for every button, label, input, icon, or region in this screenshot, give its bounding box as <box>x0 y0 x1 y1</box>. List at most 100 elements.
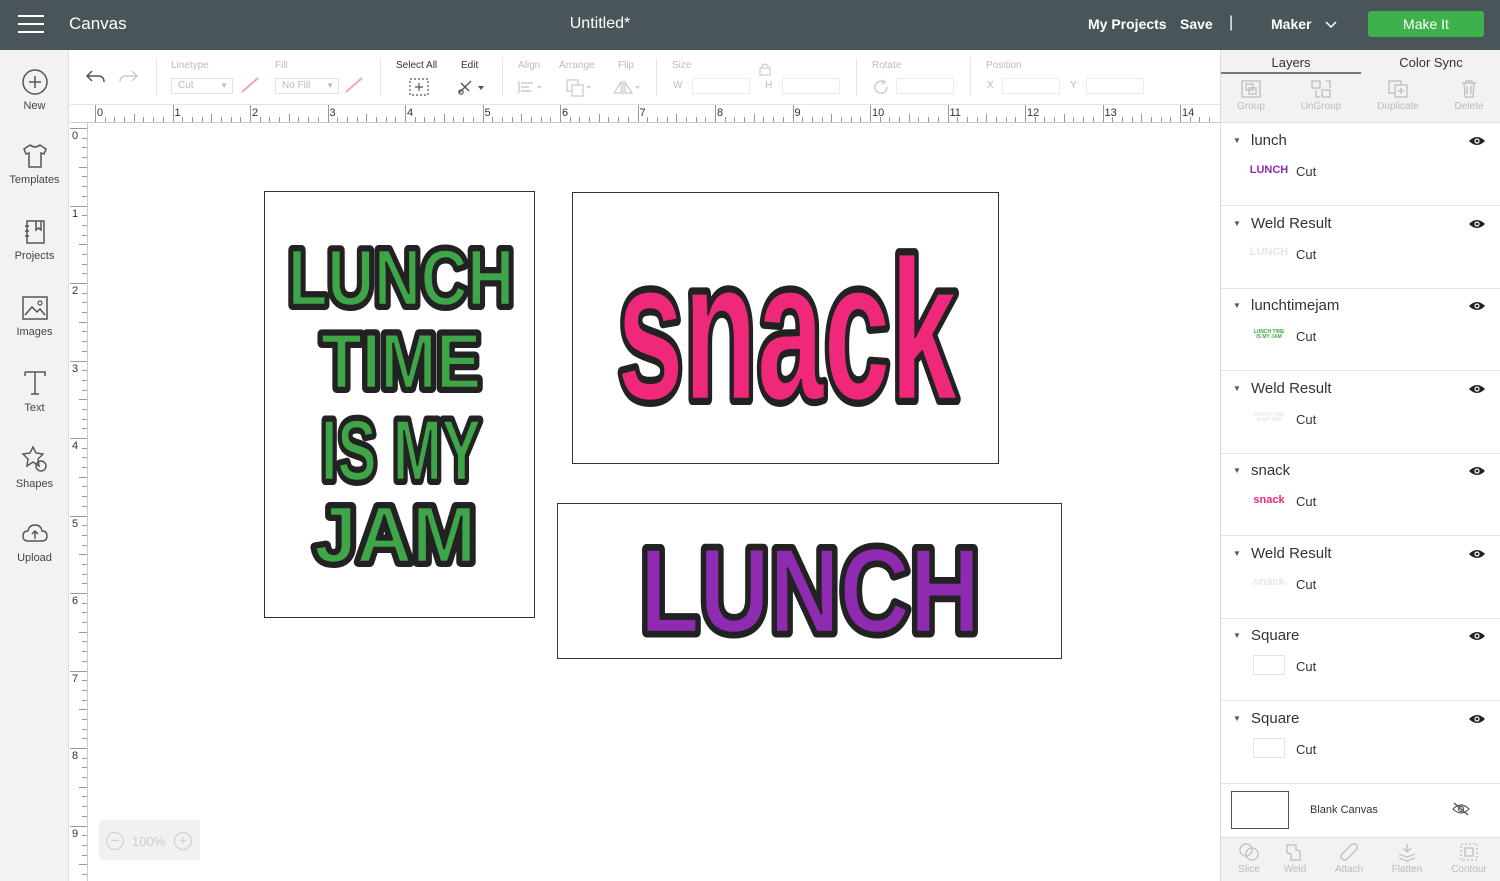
layer-group[interactable]: ▼ Weld Result LUNCH Cut <box>1221 206 1500 289</box>
rotate-icon[interactable] <box>872 78 890 96</box>
lunch-text: LUNCH <box>640 524 980 658</box>
layer-thumbnail[interactable]: LUNCH <box>1250 160 1289 180</box>
sidebar-item-templates[interactable]: Templates <box>0 142 69 186</box>
blank-canvas-row[interactable]: Blank Canvas <box>1221 785 1500 835</box>
ruler-tick <box>1073 117 1075 122</box>
sidebar-item-projects[interactable]: Projects <box>0 218 69 262</box>
eye-icon[interactable] <box>1468 629 1486 648</box>
layer-group[interactable]: ▼ Weld Result LUNCH TIME IS MY JAM Cut <box>1221 371 1500 454</box>
design-lunch[interactable]: LUNCH LUNCH <box>557 503 1062 664</box>
ruler-tick <box>82 796 87 798</box>
ungroup-button[interactable]: UnGroup <box>1291 79 1351 112</box>
design-lunchtimejam[interactable]: LUNCH LUNCH TIME TIME IS MY IS MY JAM JA… <box>264 191 535 618</box>
sidebar-item-upload[interactable]: Upload <box>0 520 69 564</box>
save-button[interactable]: Save <box>1180 16 1213 32</box>
my-projects-link[interactable]: My Projects <box>1088 16 1167 32</box>
eye-icon[interactable] <box>1468 299 1486 318</box>
eye-icon[interactable] <box>1468 134 1486 153</box>
layer-group[interactable]: ▼ lunchtimejam LUNCH TIME IS MY JAM Cut <box>1221 289 1500 371</box>
group-button[interactable]: Group <box>1221 79 1281 112</box>
redo-icon[interactable] <box>118 68 140 86</box>
layer-thumbnail[interactable]: LUNCH <box>1250 243 1289 263</box>
caret-down-icon[interactable]: ▼ <box>1233 549 1241 558</box>
caret-down-icon[interactable]: ▼ <box>1233 714 1241 723</box>
layers-panel: Layers Color Sync Group UnGroup Duplicat… <box>1220 50 1500 881</box>
eye-icon[interactable] <box>1468 217 1486 236</box>
ruler-tick <box>82 583 87 585</box>
machine-selector[interactable]: Maker <box>1271 16 1337 32</box>
ruler-number: 13 <box>1104 107 1117 119</box>
sidebar-item-images[interactable]: Images <box>0 294 69 338</box>
size-width-input[interactable] <box>692 78 750 94</box>
eye-icon[interactable] <box>1468 464 1486 483</box>
ruler-tick <box>560 105 561 122</box>
layer-group[interactable]: ▼ Square Cut <box>1221 701 1500 784</box>
align-icon[interactable] <box>516 78 546 96</box>
caret-down-icon[interactable]: ▼ <box>1233 219 1241 228</box>
position-y-label: Y <box>1070 80 1077 91</box>
ruler-tick <box>82 844 87 846</box>
caret-down-icon[interactable]: ▼ <box>1233 384 1241 393</box>
ruler-tick <box>492 117 494 122</box>
design-snack[interactable]: snack snack <box>572 192 999 464</box>
linetype-color-swatch[interactable] <box>240 76 260 94</box>
flatten-button[interactable]: Flatten <box>1379 842 1435 875</box>
layer-thumbnail[interactable] <box>1253 737 1285 758</box>
blank-canvas-swatch[interactable] <box>1231 791 1289 829</box>
duplicate-button[interactable]: Duplicate <box>1368 79 1428 112</box>
position-y-input[interactable] <box>1086 78 1144 94</box>
ruler-tick <box>1180 105 1181 122</box>
edit-icon[interactable] <box>456 78 488 96</box>
make-it-button[interactable]: Make It <box>1368 11 1484 37</box>
layer-group[interactable]: ▼ snack snack Cut <box>1221 454 1500 536</box>
paperclip-icon <box>1340 843 1358 861</box>
caret-down-icon[interactable]: ▼ <box>1233 466 1241 475</box>
linetype-select[interactable]: Cut ▼ <box>171 78 233 94</box>
eye-hidden-icon[interactable] <box>1451 801 1471 817</box>
layer-thumbnail[interactable]: snack <box>1253 573 1285 593</box>
select-all-icon[interactable] <box>408 77 430 97</box>
caret-down-icon[interactable]: ▼ <box>1233 631 1241 640</box>
sidebar-item-new[interactable]: New <box>0 68 69 112</box>
arrange-icon[interactable] <box>565 78 595 98</box>
zoom-out-button[interactable]: − <box>106 832 124 850</box>
layer-thumbnail[interactable] <box>1253 655 1285 675</box>
position-x-input[interactable] <box>1002 78 1060 94</box>
fill-color-swatch[interactable] <box>344 76 364 94</box>
flip-icon[interactable] <box>611 78 643 98</box>
fill-select[interactable]: No Fill ▼ <box>275 78 339 94</box>
caret-down-icon[interactable]: ▼ <box>1233 301 1241 310</box>
size-height-input[interactable] <box>782 78 840 94</box>
eye-icon[interactable] <box>1468 547 1486 566</box>
flatten-label: Flatten <box>1391 864 1423 875</box>
layer-group[interactable]: ▼ Weld Result snack Cut <box>1221 536 1500 619</box>
contour-button[interactable]: Contour <box>1441 842 1497 875</box>
layer-thumbnail[interactable]: snack <box>1253 490 1285 510</box>
zoom-in-button[interactable]: + <box>174 832 192 850</box>
ruler-tick <box>82 428 87 430</box>
layer-name: snack <box>1251 462 1291 479</box>
design-canvas[interactable]: LUNCH LUNCH TIME TIME IS MY IS MY JAM JA… <box>89 124 1220 881</box>
panel-tabs: Layers Color Sync <box>1221 50 1500 75</box>
attach-button[interactable]: Attach <box>1321 842 1377 875</box>
ruler-tick <box>627 117 629 122</box>
rotate-input[interactable] <box>896 78 954 94</box>
layer-group[interactable]: ▼ Square Cut <box>1221 619 1500 701</box>
eye-icon[interactable] <box>1468 712 1486 731</box>
tab-color-sync[interactable]: Color Sync <box>1361 55 1500 70</box>
layer-thumbnail[interactable]: LUNCH TIME IS MY JAM <box>1253 325 1285 345</box>
caret-down-icon[interactable]: ▼ <box>1233 136 1241 145</box>
delete-button[interactable]: Delete <box>1439 79 1499 112</box>
layer-group[interactable]: ▼ lunch LUNCH Cut <box>1221 124 1500 206</box>
sidebar-item-shapes[interactable]: Shapes <box>0 444 69 490</box>
undo-icon[interactable] <box>84 68 106 86</box>
tab-layers[interactable]: Layers <box>1221 55 1361 70</box>
layer-name: Square <box>1251 627 1300 644</box>
ruler-tick <box>82 486 87 488</box>
eye-icon[interactable] <box>1468 382 1486 401</box>
weld-button[interactable]: Weld <box>1267 842 1323 875</box>
layer-thumbnail-text: LUNCH TIME IS MY JAM <box>1253 329 1285 340</box>
layer-thumbnail[interactable]: LUNCH TIME IS MY JAM <box>1253 408 1285 428</box>
lock-icon[interactable] <box>758 62 772 76</box>
sidebar-item-text[interactable]: Text <box>0 368 69 414</box>
